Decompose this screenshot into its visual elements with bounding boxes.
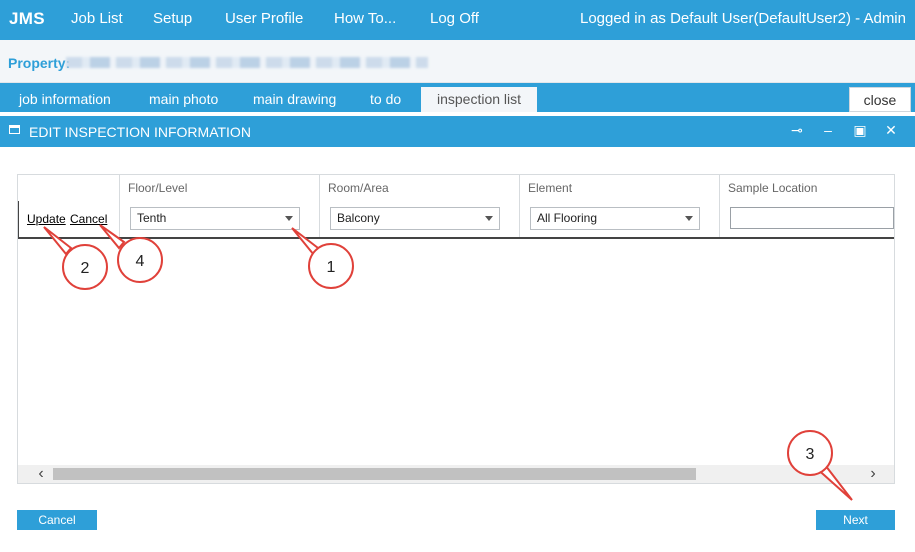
- callout-4: 4: [99, 224, 163, 283]
- callout-3: 3: [787, 430, 853, 501]
- callout-3-label: 3: [806, 446, 815, 463]
- callout-2-label: 2: [81, 260, 90, 277]
- callout-4-label: 4: [136, 253, 145, 270]
- tutorial-callouts: 1 2 4 3: [43, 224, 853, 501]
- callout-2: 2: [43, 226, 108, 290]
- callout-1: 1: [291, 227, 354, 289]
- callout-1-label: 1: [327, 259, 336, 276]
